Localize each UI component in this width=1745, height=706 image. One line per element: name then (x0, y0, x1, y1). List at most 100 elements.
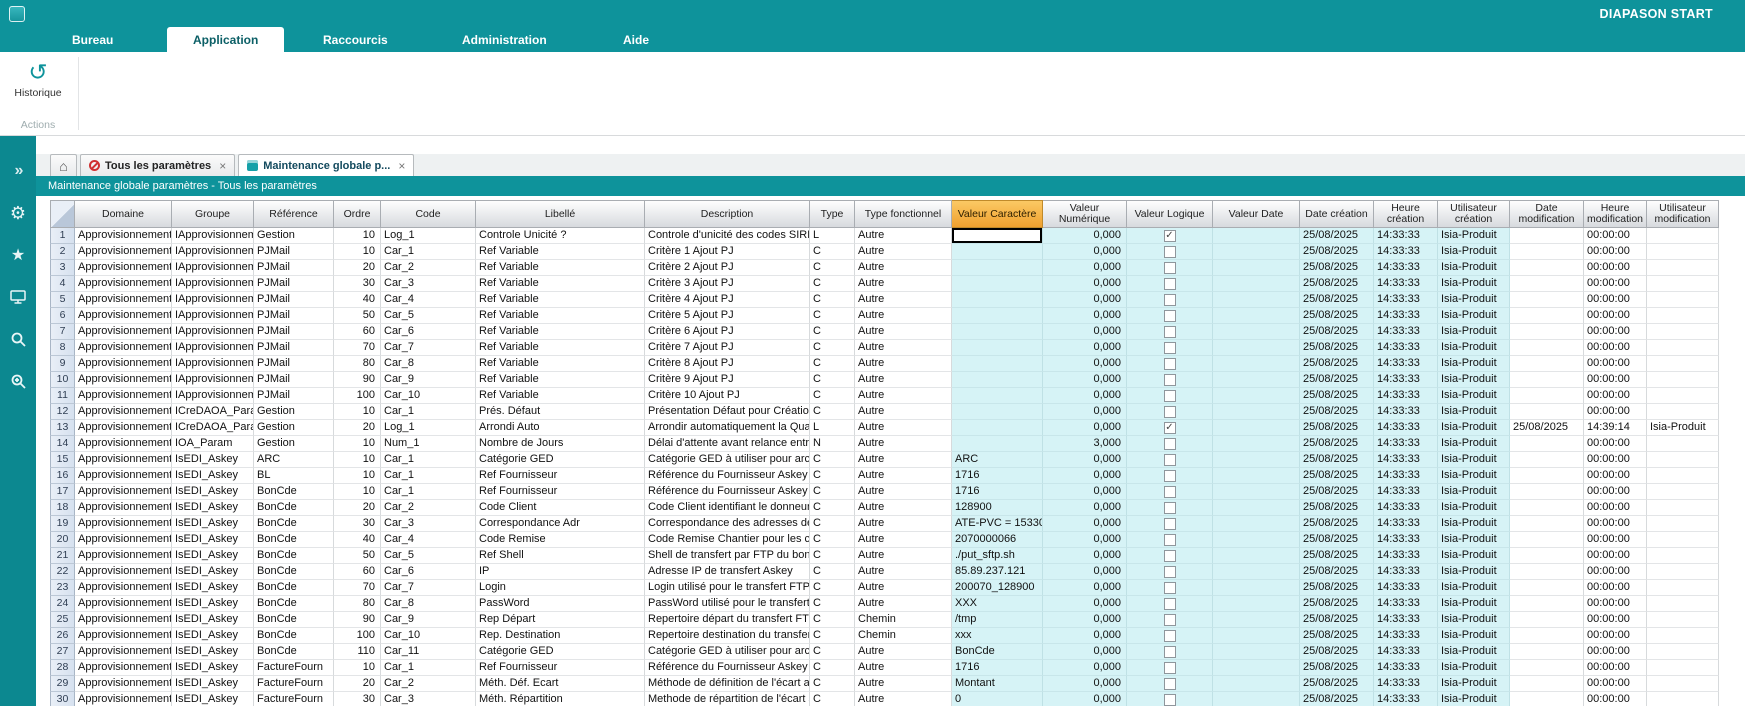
row-number-cell[interactable]: 1 (50, 228, 75, 244)
cell-description[interactable]: Référence du Fournisseur Askey d (645, 484, 810, 500)
cell-valeur_caractere[interactable]: 128900 (952, 500, 1043, 516)
cell-utilisateur_creation[interactable]: Isia-Produit (1438, 388, 1510, 404)
cell-domaine[interactable]: Approvisionnement (75, 228, 172, 244)
cell-valeur_logique[interactable] (1127, 452, 1213, 468)
cell-type_fonctionnel[interactable]: Autre (855, 228, 952, 244)
cell-date_creation[interactable]: 25/08/2025 (1300, 260, 1374, 276)
cell-groupe[interactable]: IApprovisionnement (172, 228, 254, 244)
cell-ordre[interactable]: 50 (334, 308, 381, 324)
cell-utilisateur_creation[interactable]: Isia-Produit (1438, 276, 1510, 292)
cell-heure_creation[interactable]: 14:33:33 (1374, 228, 1438, 244)
cell-valeur_numerique[interactable]: 0,000 (1043, 612, 1127, 628)
cell-heure_creation[interactable]: 14:33:33 (1374, 356, 1438, 372)
cell-date_modification[interactable] (1510, 516, 1584, 532)
menu-item-administration[interactable]: Administration (462, 27, 547, 52)
valeur-logique-checkbox[interactable] (1164, 294, 1176, 306)
cell-heure_modification[interactable]: 00:00:00 (1584, 276, 1647, 292)
cell-libelle[interactable]: Ref Variable (476, 372, 645, 388)
cell-domaine[interactable]: Approvisionnement (75, 276, 172, 292)
cell-groupe[interactable]: IsEDI_Askey (172, 452, 254, 468)
row-number-cell[interactable]: 8 (50, 340, 75, 356)
cell-domaine[interactable]: Approvisionnement (75, 244, 172, 260)
cell-heure_modification[interactable]: 00:00:00 (1584, 676, 1647, 692)
cell-heure_modification[interactable]: 00:00:00 (1584, 468, 1647, 484)
cell-utilisateur_creation[interactable]: Isia-Produit (1438, 292, 1510, 308)
cell-valeur_logique[interactable] (1127, 660, 1213, 676)
cell-utilisateur_modification[interactable] (1647, 580, 1719, 596)
cell-utilisateur_modification[interactable] (1647, 404, 1719, 420)
cell-heure_modification[interactable]: 00:00:00 (1584, 260, 1647, 276)
cell-type_fonctionnel[interactable]: Autre (855, 388, 952, 404)
cell-valeur_numerique[interactable]: 0,000 (1043, 244, 1127, 260)
cell-utilisateur_modification[interactable] (1647, 276, 1719, 292)
cell-utilisateur_modification[interactable] (1647, 692, 1719, 706)
cell-code[interactable]: Car_1 (381, 452, 476, 468)
cell-valeur_logique[interactable]: ✓ (1127, 420, 1213, 436)
cell-valeur_numerique[interactable]: 0,000 (1043, 388, 1127, 404)
cell-valeur_date[interactable] (1213, 548, 1300, 564)
cell-description[interactable]: Présentation Défaut pour Création ( (645, 404, 810, 420)
cell-date_creation[interactable]: 25/08/2025 (1300, 244, 1374, 260)
cell-valeur_caractere[interactable] (952, 436, 1043, 452)
cell-valeur_date[interactable] (1213, 484, 1300, 500)
cell-ordre[interactable]: 100 (334, 388, 381, 404)
cell-heure_modification[interactable]: 00:00:00 (1584, 516, 1647, 532)
cell-valeur_logique[interactable]: ✓ (1127, 228, 1213, 244)
cell-groupe[interactable]: IsEDI_Askey (172, 580, 254, 596)
cell-valeur_date[interactable] (1213, 692, 1300, 706)
cell-groupe[interactable]: IApprovisionnement (172, 260, 254, 276)
cell-date_creation[interactable]: 25/08/2025 (1300, 676, 1374, 692)
cell-ordre[interactable]: 90 (334, 372, 381, 388)
cell-date_modification[interactable] (1510, 660, 1584, 676)
cell-type_fonctionnel[interactable]: Autre (855, 500, 952, 516)
cell-description[interactable]: Critère 10 Ajout PJ (645, 388, 810, 404)
cell-utilisateur_creation[interactable]: Isia-Produit (1438, 580, 1510, 596)
cell-description[interactable]: Code Client identifiant le donneur d (645, 500, 810, 516)
cell-heure_creation[interactable]: 14:33:33 (1374, 244, 1438, 260)
cell-type_fonctionnel[interactable]: Autre (855, 564, 952, 580)
cell-valeur_logique[interactable] (1127, 276, 1213, 292)
row-number-cell[interactable]: 18 (50, 500, 75, 516)
cell-heure_modification[interactable]: 00:00:00 (1584, 244, 1647, 260)
cell-date_modification[interactable] (1510, 596, 1584, 612)
cell-valeur_caractere[interactable] (952, 260, 1043, 276)
cell-reference[interactable]: PJMail (254, 244, 334, 260)
cell-valeur_numerique[interactable]: 0,000 (1043, 292, 1127, 308)
row-number-cell[interactable]: 6 (50, 308, 75, 324)
cell-heure_creation[interactable]: 14:33:33 (1374, 404, 1438, 420)
cell-type[interactable]: C (810, 452, 855, 468)
cell-type_fonctionnel[interactable]: Autre (855, 692, 952, 706)
cell-type_fonctionnel[interactable]: Autre (855, 484, 952, 500)
cell-valeur_numerique[interactable]: 0,000 (1043, 260, 1127, 276)
cell-heure_modification[interactable]: 00:00:00 (1584, 596, 1647, 612)
valeur-logique-checkbox[interactable] (1164, 342, 1176, 354)
cell-utilisateur_creation[interactable]: Isia-Produit (1438, 420, 1510, 436)
cell-groupe[interactable]: IApprovisionnement (172, 356, 254, 372)
cell-heure_modification[interactable]: 00:00:00 (1584, 564, 1647, 580)
cell-utilisateur_creation[interactable]: Isia-Produit (1438, 612, 1510, 628)
cell-valeur_logique[interactable] (1127, 340, 1213, 356)
cell-code[interactable]: Car_1 (381, 468, 476, 484)
cell-date_creation[interactable]: 25/08/2025 (1300, 612, 1374, 628)
valeur-logique-checkbox[interactable] (1164, 406, 1176, 418)
row-number-cell[interactable]: 5 (50, 292, 75, 308)
cell-valeur_date[interactable] (1213, 580, 1300, 596)
cell-libelle[interactable]: Rep Départ (476, 612, 645, 628)
cell-type[interactable]: C (810, 676, 855, 692)
cell-type[interactable]: C (810, 484, 855, 500)
column-header-valeur_logique[interactable]: Valeur Logique (1127, 200, 1213, 228)
cell-heure_modification[interactable]: 00:00:00 (1584, 388, 1647, 404)
valeur-logique-checkbox[interactable] (1164, 518, 1176, 530)
valeur-logique-checkbox[interactable] (1164, 694, 1176, 706)
cell-groupe[interactable]: IsEDI_Askey (172, 612, 254, 628)
column-header-utilisateur_modification[interactable]: Utilisateur modification (1647, 200, 1719, 228)
cell-groupe[interactable]: IsEDI_Askey (172, 676, 254, 692)
cell-date_creation[interactable]: 25/08/2025 (1300, 292, 1374, 308)
column-header-groupe[interactable]: Groupe (172, 200, 254, 228)
cell-type[interactable]: C (810, 516, 855, 532)
cell-ordre[interactable]: 80 (334, 596, 381, 612)
cell-heure_modification[interactable]: 00:00:00 (1584, 532, 1647, 548)
cell-ordre[interactable]: 100 (334, 628, 381, 644)
cell-valeur_caractere[interactable] (952, 292, 1043, 308)
cell-type_fonctionnel[interactable]: Autre (855, 244, 952, 260)
